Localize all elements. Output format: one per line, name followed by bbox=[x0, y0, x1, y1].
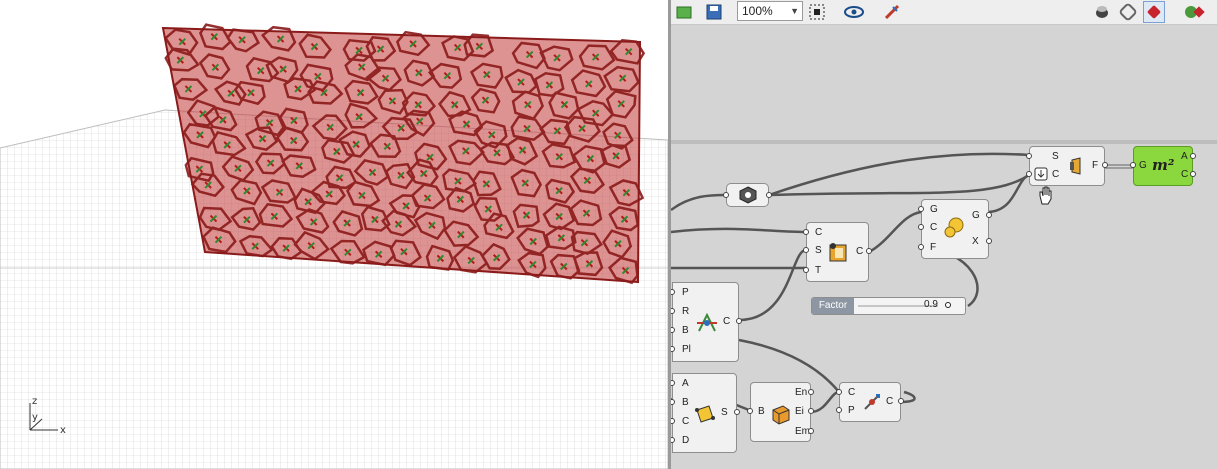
output-g: G bbox=[972, 210, 980, 221]
port[interactable] bbox=[1190, 171, 1196, 177]
port[interactable] bbox=[986, 212, 992, 218]
port[interactable] bbox=[671, 308, 675, 314]
axis-gizmo bbox=[29, 403, 58, 431]
port[interactable] bbox=[836, 389, 842, 395]
output-s: S bbox=[721, 407, 728, 418]
brep-edges-component[interactable]: B En Ei Em bbox=[747, 382, 814, 442]
geometry-param[interactable] bbox=[723, 183, 772, 207]
four-point-surface-icon bbox=[695, 405, 715, 423]
input-b: B bbox=[758, 406, 765, 417]
output-c: C bbox=[886, 396, 894, 407]
port[interactable] bbox=[836, 407, 842, 413]
four-point-surface-component[interactable]: A B C D S bbox=[671, 373, 740, 453]
port[interactable] bbox=[1130, 162, 1136, 168]
input-f: F bbox=[930, 242, 937, 253]
output-f: F bbox=[1092, 160, 1099, 171]
brep-edges-icon bbox=[772, 405, 790, 425]
factor-slider[interactable]: Factor 0.9 bbox=[811, 297, 966, 315]
input-d: D bbox=[682, 435, 690, 446]
offset-surface-component[interactable]: S C F bbox=[1026, 146, 1108, 186]
port[interactable] bbox=[898, 398, 904, 404]
port[interactable] bbox=[803, 267, 809, 273]
port[interactable] bbox=[803, 247, 809, 253]
rhino-viewport[interactable]: z y x bbox=[0, 0, 668, 469]
grasshopper-editor: 100% ▼ S C F G m² A C C S T C G C F G X … bbox=[671, 0, 1217, 469]
port[interactable] bbox=[803, 229, 809, 235]
port[interactable] bbox=[747, 408, 753, 414]
port[interactable] bbox=[808, 428, 814, 434]
graft-icon bbox=[1034, 167, 1048, 181]
input-g: G bbox=[930, 204, 938, 215]
port[interactable] bbox=[671, 399, 675, 405]
port[interactable] bbox=[723, 192, 729, 198]
slider-handle[interactable] bbox=[945, 302, 951, 308]
input-t: T bbox=[815, 265, 822, 276]
input-b: B bbox=[682, 325, 689, 336]
port[interactable] bbox=[1102, 162, 1108, 168]
area-icon: m² bbox=[1152, 156, 1175, 174]
port[interactable] bbox=[808, 389, 814, 395]
port[interactable] bbox=[671, 289, 675, 295]
surface-closest-component[interactable]: C S T C bbox=[803, 222, 872, 282]
port[interactable] bbox=[918, 244, 924, 250]
port[interactable] bbox=[671, 380, 675, 386]
output-en: En bbox=[795, 387, 808, 398]
output-c: C bbox=[1181, 169, 1189, 180]
surface-closest-icon bbox=[829, 243, 847, 262]
area-component[interactable]: G m² A C bbox=[1130, 146, 1196, 186]
scale-icon bbox=[944, 217, 964, 238]
port[interactable] bbox=[671, 327, 675, 333]
output-x: X bbox=[972, 236, 979, 247]
input-c: C bbox=[815, 227, 823, 238]
hand-cursor-icon bbox=[1039, 186, 1052, 205]
offset-icon bbox=[1070, 157, 1081, 175]
port[interactable] bbox=[986, 238, 992, 244]
port[interactable] bbox=[766, 192, 772, 198]
input-a: A bbox=[682, 378, 689, 389]
port[interactable] bbox=[866, 248, 872, 254]
input-p: P bbox=[682, 287, 689, 298]
slider-label: Factor bbox=[812, 298, 854, 314]
input-c: C bbox=[848, 387, 856, 398]
input-c: C bbox=[682, 416, 690, 427]
populate-icon bbox=[697, 312, 717, 332]
hexagon-icon bbox=[739, 186, 757, 204]
slider-value: 0.9 bbox=[924, 299, 938, 310]
input-c: C bbox=[930, 222, 938, 233]
input-pl: Pl bbox=[682, 344, 691, 355]
input-p: P bbox=[848, 405, 855, 416]
curve-point-component[interactable]: C P C bbox=[836, 382, 904, 422]
port[interactable] bbox=[671, 346, 675, 352]
input-g: G bbox=[1139, 160, 1147, 171]
port[interactable] bbox=[918, 206, 924, 212]
port[interactable] bbox=[1026, 171, 1032, 177]
scale-component[interactable]: G C F G X bbox=[918, 199, 992, 259]
port[interactable] bbox=[671, 437, 675, 443]
port[interactable] bbox=[1026, 153, 1032, 159]
input-s: S bbox=[1052, 151, 1059, 162]
curve-closest-point-icon bbox=[864, 394, 880, 410]
port[interactable] bbox=[734, 409, 740, 415]
input-b: B bbox=[682, 397, 689, 408]
output-c: C bbox=[856, 246, 864, 257]
port[interactable] bbox=[736, 318, 742, 324]
input-s: S bbox=[815, 245, 822, 256]
port[interactable] bbox=[918, 224, 924, 230]
port[interactable] bbox=[1190, 153, 1196, 159]
input-r: R bbox=[682, 306, 690, 317]
input-c: C bbox=[1052, 169, 1060, 180]
output-a: A bbox=[1181, 151, 1188, 162]
output-ei: Ei bbox=[795, 406, 804, 417]
populate-component[interactable]: P R B Pl C bbox=[671, 282, 742, 362]
output-c: C bbox=[723, 316, 731, 327]
port[interactable] bbox=[671, 418, 675, 424]
port[interactable] bbox=[808, 408, 814, 414]
